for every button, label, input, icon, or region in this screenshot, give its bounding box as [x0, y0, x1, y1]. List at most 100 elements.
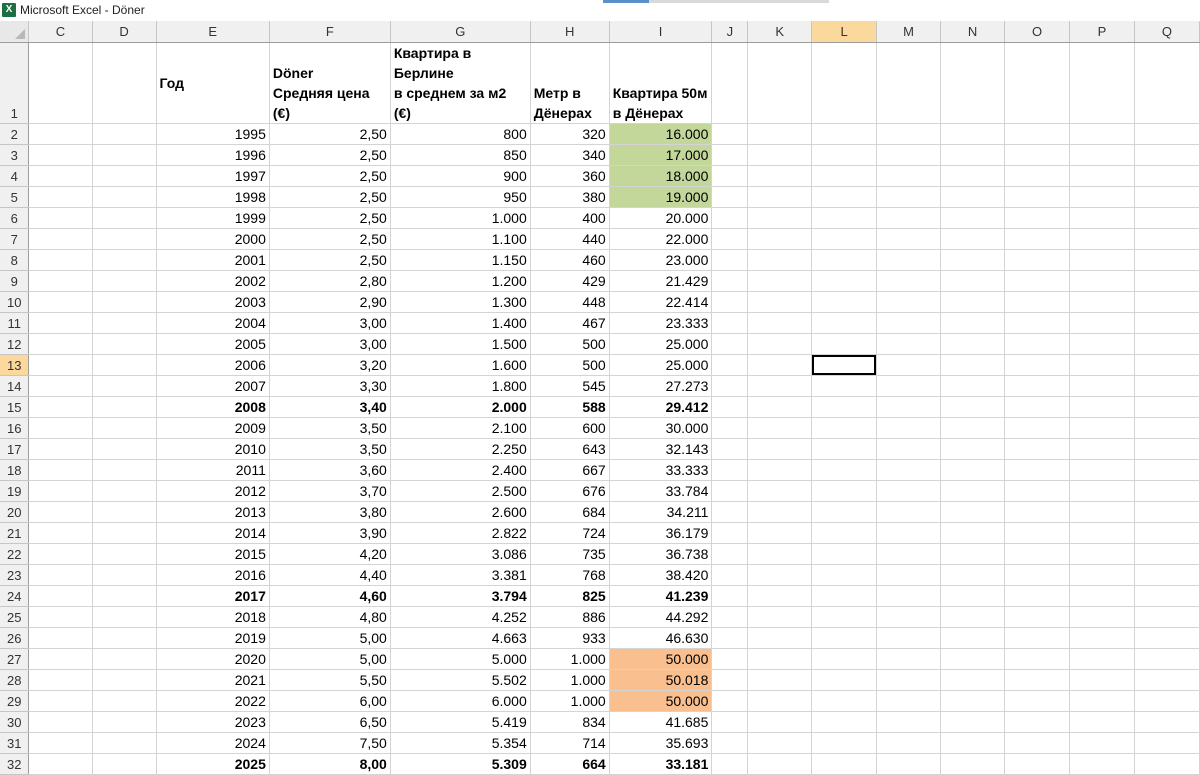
apartment-50m-in-doners-cell[interactable]: 38.420 — [609, 564, 713, 586]
apartment-price-cell[interactable]: 1.600 — [390, 354, 531, 376]
cell-d3[interactable] — [92, 144, 157, 166]
apartment-50m-in-doners-cell[interactable]: 23.000 — [609, 249, 713, 271]
cell-p18[interactable] — [1069, 459, 1135, 481]
cell-p2[interactable] — [1069, 123, 1135, 145]
row-header-7[interactable]: 7 — [0, 228, 30, 250]
row-header-30[interactable]: 30 — [0, 711, 30, 733]
meter-in-doners-cell[interactable]: 933 — [530, 627, 610, 649]
cell-d23[interactable] — [92, 564, 157, 586]
cell-d14[interactable] — [92, 375, 157, 397]
apartment-50m-in-doners-cell[interactable]: 41.685 — [609, 711, 713, 733]
cell-o16[interactable] — [1004, 417, 1071, 439]
meter-in-doners-cell[interactable]: 460 — [530, 249, 610, 271]
cell-l15[interactable] — [811, 396, 877, 418]
cell-j29[interactable] — [711, 690, 749, 712]
cell-n23[interactable] — [940, 564, 1006, 586]
year-cell[interactable]: 2020 — [156, 648, 270, 670]
apartment-50m-in-doners-cell[interactable]: 33.333 — [609, 459, 713, 481]
apartment-price-cell[interactable]: 2.822 — [390, 522, 531, 544]
cell-o1[interactable] — [1004, 42, 1071, 124]
cell-o6[interactable] — [1004, 207, 1071, 229]
cell-j28[interactable] — [711, 669, 749, 691]
row-header-28[interactable]: 28 — [0, 669, 30, 691]
meter-in-doners-cell[interactable]: 440 — [530, 228, 610, 250]
cell-o31[interactable] — [1004, 732, 1071, 754]
cell-n10[interactable] — [940, 291, 1006, 313]
cell-k3[interactable] — [747, 144, 813, 166]
cell-q10[interactable] — [1134, 291, 1200, 313]
apartment-50m-in-doners-cell[interactable]: 25.000 — [609, 333, 713, 355]
cell-l12[interactable] — [811, 333, 877, 355]
apartment-price-cell[interactable]: 1.200 — [390, 270, 531, 292]
cell-l32[interactable] — [811, 753, 877, 775]
row-header-21[interactable]: 21 — [0, 522, 30, 544]
row-header-18[interactable]: 18 — [0, 459, 30, 481]
cell-m32[interactable] — [876, 753, 942, 775]
cell-q16[interactable] — [1134, 417, 1200, 439]
year-cell[interactable]: 2014 — [156, 522, 270, 544]
cell-j30[interactable] — [711, 711, 749, 733]
year-cell[interactable]: 2003 — [156, 291, 270, 313]
cell-c23[interactable] — [28, 564, 93, 586]
cell-l27[interactable] — [811, 648, 877, 670]
apartment-price-cell[interactable]: 850 — [390, 144, 531, 166]
year-cell[interactable]: 2022 — [156, 690, 270, 712]
cell-l9[interactable] — [811, 270, 877, 292]
row-header-32[interactable]: 32 — [0, 753, 30, 775]
cell-q24[interactable] — [1134, 585, 1200, 607]
cell-j12[interactable] — [711, 333, 749, 355]
cell-n31[interactable] — [940, 732, 1006, 754]
cell-m15[interactable] — [876, 396, 942, 418]
cell-l1[interactable] — [811, 42, 877, 124]
year-cell[interactable]: 2006 — [156, 354, 270, 376]
cell-c15[interactable] — [28, 396, 93, 418]
cell-k24[interactable] — [747, 585, 813, 607]
cell-c22[interactable] — [28, 543, 93, 565]
cell-m3[interactable] — [876, 144, 942, 166]
apartment-50m-in-doners-cell[interactable]: 33.784 — [609, 480, 713, 502]
cell-c19[interactable] — [28, 480, 93, 502]
cell-m5[interactable] — [876, 186, 942, 208]
cell-j25[interactable] — [711, 606, 749, 628]
cell-c28[interactable] — [28, 669, 93, 691]
cell-d31[interactable] — [92, 732, 157, 754]
cell-p12[interactable] — [1069, 333, 1135, 355]
row-header-14[interactable]: 14 — [0, 375, 30, 397]
cell-p29[interactable] — [1069, 690, 1135, 712]
cell-o26[interactable] — [1004, 627, 1071, 649]
cell-o25[interactable] — [1004, 606, 1071, 628]
year-cell[interactable]: 2000 — [156, 228, 270, 250]
cell-l16[interactable] — [811, 417, 877, 439]
apartment-50m-in-doners-cell[interactable]: 22.000 — [609, 228, 713, 250]
apartment-50m-in-doners-cell[interactable]: 27.273 — [609, 375, 713, 397]
cell-m24[interactable] — [876, 585, 942, 607]
meter-in-doners-cell[interactable]: 886 — [530, 606, 610, 628]
cell-p1[interactable] — [1069, 42, 1135, 124]
meter-in-doners-cell[interactable]: 724 — [530, 522, 610, 544]
cell-j26[interactable] — [711, 627, 749, 649]
cell-c1[interactable] — [28, 42, 93, 124]
cell-o24[interactable] — [1004, 585, 1071, 607]
meter-in-doners-cell[interactable]: 320 — [530, 123, 610, 145]
column-header-p[interactable]: P — [1069, 21, 1135, 43]
cell-k8[interactable] — [747, 249, 813, 271]
apartment-price-column-header[interactable]: Квартира в Берлине в среднем за м2 (€) — [390, 42, 531, 124]
cell-c24[interactable] — [28, 585, 93, 607]
cell-j2[interactable] — [711, 123, 749, 145]
worksheet-table[interactable]: CDEFGHIJKLMNOPQ 1 Год Döner Средняя цена (€… — [0, 21, 1200, 775]
cell-k18[interactable] — [747, 459, 813, 481]
apartment-price-cell[interactable]: 1.000 — [390, 207, 531, 229]
doner-price-cell[interactable]: 3,90 — [269, 522, 391, 544]
cell-l14[interactable] — [811, 375, 877, 397]
cell-l4[interactable] — [811, 165, 877, 187]
apartment-50m-in-doners-cell[interactable]: 19.000 — [609, 186, 713, 208]
cell-c21[interactable] — [28, 522, 93, 544]
cell-k13[interactable] — [747, 354, 813, 376]
apartment-price-cell[interactable]: 5.000 — [390, 648, 531, 670]
cell-k23[interactable] — [747, 564, 813, 586]
cell-d7[interactable] — [92, 228, 157, 250]
cell-c12[interactable] — [28, 333, 93, 355]
cell-p25[interactable] — [1069, 606, 1135, 628]
doner-price-cell[interactable]: 4,20 — [269, 543, 391, 565]
apartment-price-cell[interactable]: 1.400 — [390, 312, 531, 334]
